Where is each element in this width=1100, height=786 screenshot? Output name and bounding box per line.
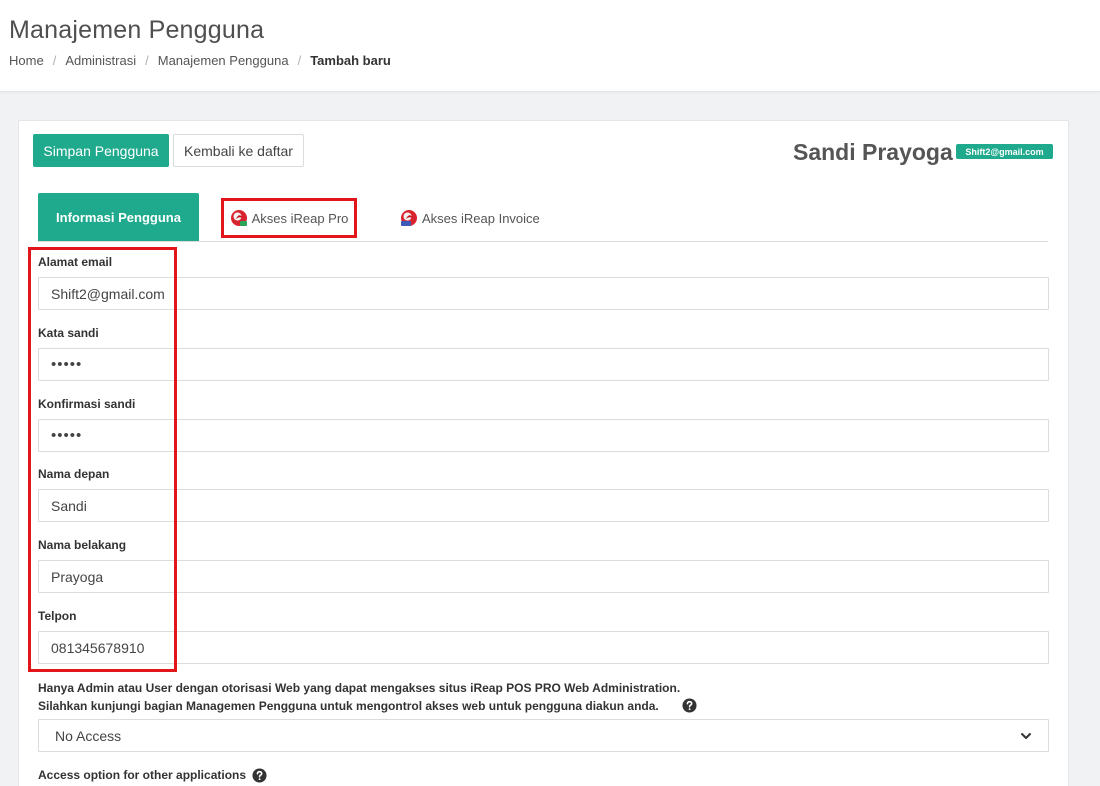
question-circle-icon[interactable] (252, 768, 267, 783)
breadcrumb-administrasi[interactable]: Administrasi (65, 53, 136, 68)
breadcrumb-separator: / (52, 53, 57, 68)
phone-label: Telpon (38, 609, 77, 623)
ireap-invoice-icon (401, 210, 417, 226)
tab-label: Informasi Pengguna (56, 209, 181, 225)
breadcrumb-manajemen-pengguna[interactable]: Manajemen Pengguna (158, 53, 289, 68)
email-field[interactable] (38, 277, 1049, 310)
tab-informasi-pengguna[interactable]: Informasi Pengguna (38, 193, 199, 241)
tabs-divider (38, 241, 1048, 242)
page-title: Manajemen Pengguna (9, 16, 265, 44)
breadcrumb-separator: / (145, 53, 149, 68)
last-name-field[interactable] (38, 560, 1049, 593)
email-label: Alamat email (38, 255, 113, 269)
breadcrumb: Home / Administrasi / Manajemen Pengguna… (9, 53, 391, 68)
tab-akses-ireap-invoice[interactable]: Akses iReap Invoice (400, 198, 540, 238)
web-access-note-line2: Silahkan kunjungi bagian Managemen Pengg… (38, 699, 659, 713)
web-access-note-line1: Hanya Admin atau User dengan otorisasi W… (38, 681, 681, 695)
tab-akses-ireap-pro[interactable]: Akses iReap Pro (221, 198, 357, 238)
confirm-password-field[interactable] (38, 419, 1049, 452)
ireap-pro-icon (230, 210, 247, 226)
last-name-label: Nama belakang (38, 538, 127, 552)
web-access-note: Hanya Admin atau User dengan otorisasi W… (38, 679, 680, 715)
phone-field[interactable] (38, 631, 1049, 664)
back-to-list-button[interactable]: Kembali ke daftar (173, 134, 304, 167)
chevron-down-icon (1021, 732, 1031, 739)
breadcrumb-current: Tambah baru (310, 53, 391, 68)
page-header: Manajemen Pengguna Home / Administrasi /… (0, 0, 1100, 92)
other-apps-label: Access option for other applications (38, 768, 247, 782)
question-circle-icon[interactable] (682, 698, 697, 713)
web-access-select[interactable]: No Access (38, 719, 1049, 752)
breadcrumb-separator: / (297, 53, 302, 68)
confirm-password-label: Konfirmasi sandi (38, 397, 136, 411)
first-name-field[interactable] (38, 489, 1049, 522)
breadcrumb-home[interactable]: Home (9, 53, 44, 68)
password-label: Kata sandi (38, 326, 99, 340)
save-user-button[interactable]: Simpan Pengguna (33, 134, 169, 167)
user-email-badge: Shift2@gmail.com (956, 144, 1053, 159)
tab-label: Akses iReap Pro (251, 210, 349, 226)
user-display-name: Sandi Prayoga (793, 139, 953, 165)
web-access-selected: No Access (55, 727, 122, 744)
tab-label: Akses iReap Invoice (422, 210, 540, 226)
password-field[interactable] (38, 348, 1049, 381)
first-name-label: Nama depan (38, 467, 110, 481)
